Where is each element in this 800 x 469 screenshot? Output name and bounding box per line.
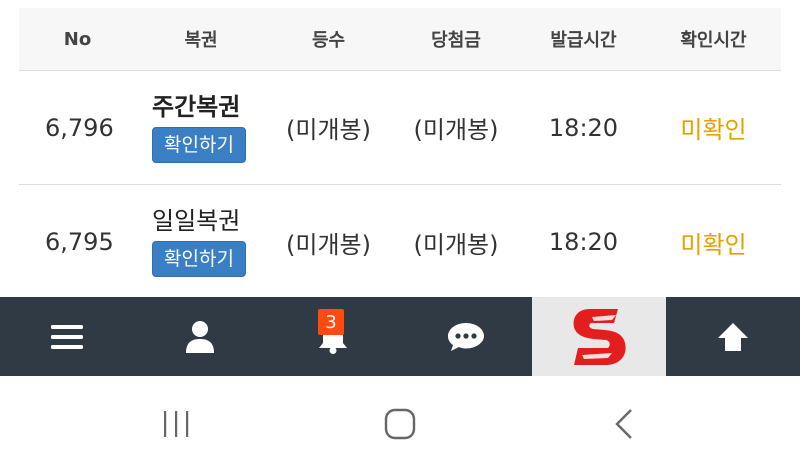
arrow-up-icon xyxy=(717,322,748,351)
scroll-top-button[interactable] xyxy=(666,297,799,376)
row-prize: (미개봉) xyxy=(413,230,499,259)
check-button[interactable]: 확인하기 xyxy=(152,241,246,277)
lotto-name: 일일복권 xyxy=(152,207,241,235)
profile-button[interactable] xyxy=(133,297,266,376)
row-prize: (미개봉) xyxy=(413,116,499,144)
check-button[interactable]: 확인하기 xyxy=(152,126,246,163)
back-button[interactable] xyxy=(612,406,636,442)
table-row: 6,796 주간복권 확인하기 (미개봉) (미개봉) 18:20 미확인 xyxy=(19,71,781,185)
header-no: No xyxy=(63,28,92,50)
row-check-status: 미확인 xyxy=(680,230,747,259)
table-row: 6,795 일일복권 확인하기 (미개봉) (미개봉) 18:20 미확인 xyxy=(19,185,781,299)
row-no: 6,796 xyxy=(45,113,114,142)
row-no: 6,795 xyxy=(45,228,114,256)
back-icon xyxy=(615,409,632,439)
notifications-button[interactable]: 3 xyxy=(266,297,399,376)
lotto-table: No 복권 등수 당첨금 발급시간 확인시간 6,796 주간복권 확인하기 (… xyxy=(19,8,781,299)
recents-button[interactable] xyxy=(160,406,192,442)
chat-icon xyxy=(447,322,484,351)
chat-button[interactable] xyxy=(399,297,532,376)
row-rank: (미개봉) xyxy=(286,116,371,144)
notification-badge: 3 xyxy=(318,309,344,335)
lotto-name: 주간복권 xyxy=(152,92,241,121)
row-issued-time: 18:20 xyxy=(548,228,619,256)
header-lotto: 복권 xyxy=(184,30,218,51)
header-prize: 당첨금 xyxy=(431,30,481,51)
android-nav-bar xyxy=(0,376,800,469)
header-issued-time: 발급시간 xyxy=(550,30,617,51)
menu-icon xyxy=(50,324,83,349)
row-check-status: 미확인 xyxy=(680,116,747,144)
home-icon xyxy=(384,408,416,440)
recents-icon xyxy=(164,411,189,437)
site-logo[interactable] xyxy=(532,297,666,376)
menu-button[interactable] xyxy=(0,297,133,376)
row-issued-time: 18:20 xyxy=(548,113,619,142)
user-icon xyxy=(185,320,214,353)
header-rank: 등수 xyxy=(311,30,346,51)
header-checked-time: 확인시간 xyxy=(680,30,747,51)
bottom-toolbar: 3 xyxy=(0,297,800,376)
row-rank: (미개봉) xyxy=(286,230,371,259)
table-header: No 복권 등수 당첨금 발급시간 확인시간 xyxy=(19,8,781,71)
s-logo xyxy=(573,308,626,365)
lotto-cell: 주간복권 확인하기 xyxy=(136,93,266,163)
home-button[interactable] xyxy=(384,406,416,442)
lotto-cell: 일일복권 확인하기 xyxy=(136,207,266,277)
